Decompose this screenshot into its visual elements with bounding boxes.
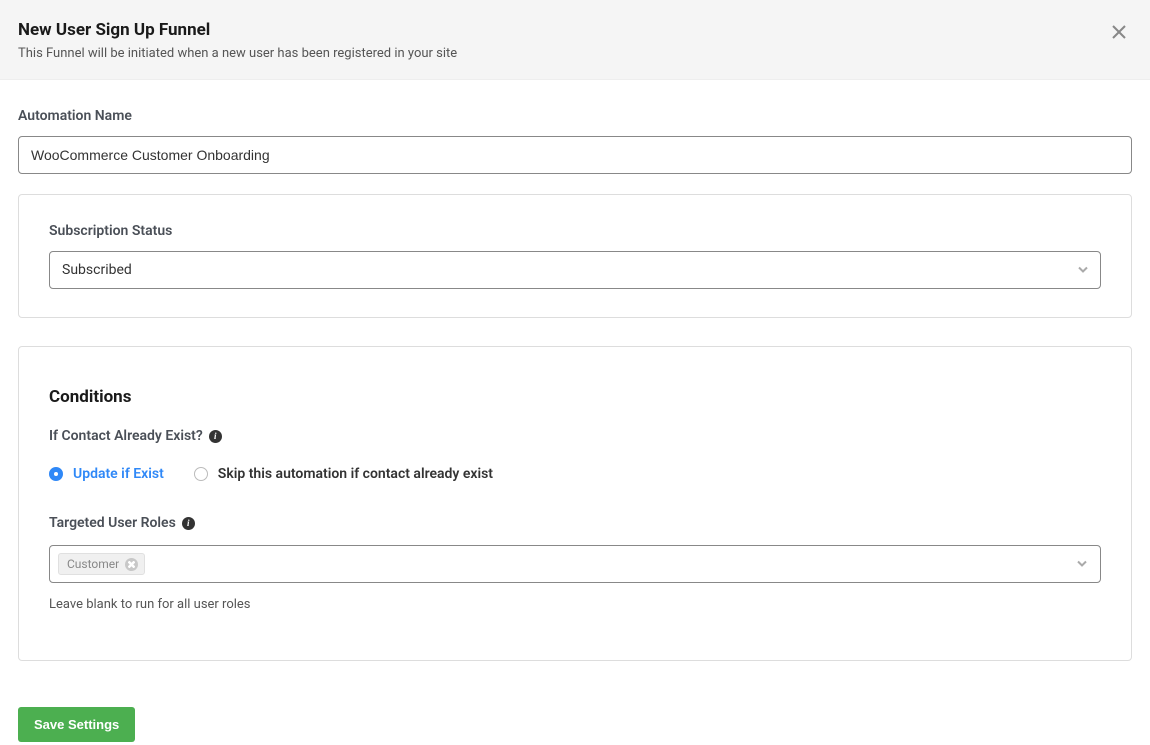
- radio-update-if-exist[interactable]: Update if Exist: [49, 466, 164, 482]
- targeted-roles-input[interactable]: Customer: [49, 545, 1101, 583]
- info-icon[interactable]: i: [182, 517, 195, 530]
- conditions-card: Conditions If Contact Already Exist? i U…: [18, 346, 1132, 661]
- already-exist-label-text: If Contact Already Exist?: [49, 428, 203, 444]
- role-tag-label: Customer: [67, 557, 119, 571]
- radio-skip-label: Skip this automation if contact already …: [218, 466, 493, 482]
- radio-circle-icon: [194, 467, 208, 481]
- modal-content: Automation Name Subscription Status Subs…: [0, 80, 1150, 679]
- radio-circle-icon: [49, 467, 63, 481]
- subscription-status-value: Subscribed: [49, 251, 1101, 289]
- targeted-roles-section: Targeted User Roles i Customer Leave bla…: [49, 512, 1101, 612]
- close-button[interactable]: [1112, 24, 1128, 40]
- role-tag-customer: Customer: [58, 553, 145, 575]
- already-exist-radio-group: Update if Exist Skip this automation if …: [49, 466, 1101, 482]
- automation-name-input[interactable]: [18, 136, 1132, 174]
- modal-footer: Save Settings: [0, 679, 1150, 742]
- close-icon: [128, 561, 135, 568]
- modal-header: New User Sign Up Funnel This Funnel will…: [0, 0, 1150, 80]
- info-icon[interactable]: i: [209, 430, 222, 443]
- modal-title: New User Sign Up Funnel: [18, 20, 1132, 40]
- radio-update-label: Update if Exist: [73, 466, 164, 482]
- already-exist-label: If Contact Already Exist? i: [49, 428, 222, 444]
- subscription-status-label: Subscription Status: [49, 223, 1101, 239]
- radio-skip-automation[interactable]: Skip this automation if contact already …: [194, 466, 493, 482]
- targeted-roles-label: Targeted User Roles i: [49, 515, 195, 531]
- targeted-roles-label-text: Targeted User Roles: [49, 515, 176, 531]
- subscription-status-card: Subscription Status Subscribed: [18, 194, 1132, 318]
- tag-remove-button[interactable]: [125, 558, 138, 571]
- conditions-title: Conditions: [49, 387, 1101, 407]
- close-icon: [1112, 25, 1126, 39]
- subscription-status-select[interactable]: Subscribed: [49, 251, 1101, 289]
- save-settings-button[interactable]: Save Settings: [18, 707, 135, 742]
- modal-subtitle: This Funnel will be initiated when a new…: [18, 46, 1132, 61]
- targeted-roles-helper: Leave blank to run for all user roles: [49, 597, 1101, 612]
- automation-name-label: Automation Name: [18, 108, 1132, 124]
- chevron-down-icon: [1076, 555, 1088, 574]
